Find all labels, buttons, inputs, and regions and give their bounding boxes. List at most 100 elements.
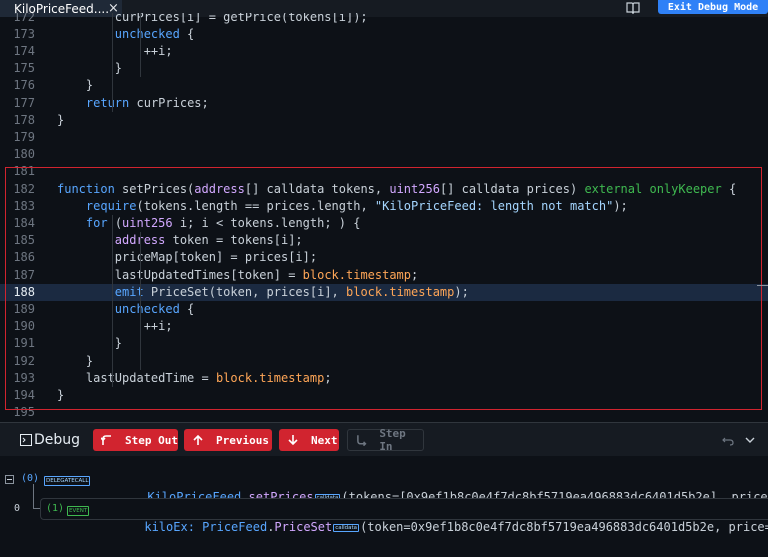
previous-button[interactable]: Previous xyxy=(184,429,272,451)
indent-guide xyxy=(112,13,113,112)
line-number[interactable]: 195 xyxy=(0,404,35,421)
code-line[interactable]: 195 xyxy=(0,404,768,421)
trace-args: (token=0x9ef1b8c0e4f7dc8bf5719ea496883dc… xyxy=(360,520,768,534)
next-button[interactable]: Next xyxy=(279,429,339,451)
line-number[interactable]: 191 xyxy=(0,335,35,352)
debug-title-label: Debug xyxy=(34,432,81,448)
code-line[interactable]: 176 } xyxy=(0,77,768,94)
code-text: } xyxy=(57,78,94,93)
code-text: ++i; xyxy=(57,43,173,58)
line-number[interactable]: 173 xyxy=(0,26,35,43)
line-number[interactable]: 185 xyxy=(0,232,35,249)
collapse-icon[interactable] xyxy=(5,475,14,484)
calldata-badge[interactable]: calldata xyxy=(333,524,360,532)
line-number[interactable]: 172 xyxy=(0,13,35,26)
indent-guide xyxy=(112,214,113,387)
line-number[interactable]: 183 xyxy=(0,198,35,215)
line-number[interactable]: 181 xyxy=(0,163,35,180)
code-text: curPrices[i] = getPrice(tokens[i]); xyxy=(57,13,368,24)
line-number[interactable]: 175 xyxy=(0,60,35,77)
code-text: for (uint256 i; i < tokens.length; ) { xyxy=(85,215,361,230)
trace-index: 0 xyxy=(14,503,21,514)
trace-row[interactable]: (0) DELEGATECALL KiloPriceFeed.setPrices… xyxy=(0,470,768,504)
step-in-button[interactable]: Step In xyxy=(347,427,424,453)
code-line[interactable]: 181 xyxy=(0,163,768,180)
scroll-marker xyxy=(757,285,768,286)
line-number[interactable]: 180 xyxy=(0,146,35,163)
code-line[interactable]: 178} xyxy=(0,112,768,129)
code-text: } xyxy=(57,353,94,368)
code-line[interactable]: 186 priceMap[token] = prices[i]; xyxy=(0,249,768,266)
tree-connector xyxy=(33,484,34,508)
undo-icon[interactable] xyxy=(722,436,734,446)
code-line[interactable]: 193 lastUpdatedTime = block.timestamp; xyxy=(0,370,768,387)
code-line[interactable]: 185 address token = tokens[i]; xyxy=(0,232,768,249)
tree-connector xyxy=(33,508,40,509)
code-line[interactable]: 175 } xyxy=(0,60,768,77)
line-number[interactable]: 184 xyxy=(0,215,35,232)
code-text: return curPrices; xyxy=(85,95,209,110)
previous-label: Previous xyxy=(216,433,269,447)
code-text: unchecked { xyxy=(114,26,195,41)
line-number[interactable]: 178 xyxy=(0,112,35,129)
call-type-badge: DELEGATECALL xyxy=(44,476,91,486)
arrow-down-icon xyxy=(288,435,298,446)
code-line[interactable]: 173 unchecked { xyxy=(0,26,768,43)
code-line-current[interactable]: 188 emit PriceSet(token, prices[i], bloc… xyxy=(0,283,768,301)
code-line[interactable]: 184 for (uint256 i; i < tokens.length; )… xyxy=(0,215,768,232)
indent-guide xyxy=(140,318,141,353)
line-number[interactable]: 190 xyxy=(0,318,35,335)
line-number[interactable]: 177 xyxy=(0,95,35,112)
code-text: } xyxy=(57,112,65,127)
terminal-icon xyxy=(20,434,32,446)
step-out-icon xyxy=(101,435,111,445)
code-line[interactable]: 183 require(tokens.length == prices.leng… xyxy=(0,198,768,215)
code-line[interactable]: 189 unchecked { xyxy=(0,301,768,318)
code-line[interactable]: 192 } xyxy=(0,353,768,370)
line-number[interactable]: 186 xyxy=(0,249,35,266)
line-number[interactable]: 192 xyxy=(0,353,35,370)
line-number[interactable]: 194 xyxy=(0,387,35,404)
code-line[interactable]: 194} xyxy=(0,387,768,404)
line-number[interactable]: 182 xyxy=(0,181,35,198)
line-number[interactable]: 188 xyxy=(0,284,35,301)
code-text: } xyxy=(57,387,65,402)
code-editor[interactable]: 172 curPrices[i] = getPrice(tokens[i]); 1… xyxy=(0,13,768,422)
code-line[interactable]: 172 curPrices[i] = getPrice(tokens[i]); xyxy=(0,13,768,26)
line-number[interactable]: 193 xyxy=(0,370,35,387)
code-line[interactable]: 191 } xyxy=(0,335,768,352)
debug-toolbar: Debug Step Out Previous Next Step In xyxy=(0,422,768,457)
code-line[interactable]: 174 ++i; xyxy=(0,43,768,60)
call-type-badge: EVENT xyxy=(67,506,90,516)
call-depth: (0) xyxy=(21,473,40,484)
code-text: emit PriceSet(token, prices[i], block.ti… xyxy=(114,284,469,299)
debug-panel-title: Debug xyxy=(20,432,80,448)
step-out-label: Step Out xyxy=(125,433,178,447)
code-line[interactable]: 190 ++i; xyxy=(0,318,768,335)
code-text: ++i; xyxy=(57,319,173,334)
trace-method[interactable]: PriceSet xyxy=(274,520,332,534)
code-line[interactable]: 180 xyxy=(0,146,768,163)
code-text: unchecked { xyxy=(114,301,195,316)
code-text: require(tokens.length == prices.length, … xyxy=(85,198,628,213)
step-in-icon xyxy=(357,435,367,446)
code-line[interactable]: 182 function setPrices(address[] calldata… xyxy=(0,181,768,198)
code-text: address token = tokens[i]; xyxy=(115,233,303,248)
chevron-down-icon[interactable] xyxy=(745,436,755,444)
code-line[interactable]: 187 lastUpdatedTimes[token] = block.time… xyxy=(0,267,768,284)
code-text: function setPrices(address[] calldata to… xyxy=(57,181,737,196)
exit-debug-mode-button[interactable]: Exit Debug Mode xyxy=(658,0,768,14)
call-trace-panel: (0) DELEGATECALL KiloPriceFeed.setPrices… xyxy=(0,456,768,557)
line-number[interactable]: 176 xyxy=(0,77,35,94)
code-line[interactable]: 177 return curPrices; xyxy=(0,95,768,112)
line-number[interactable]: 174 xyxy=(0,43,35,60)
trace-contract[interactable]: kiloEx: PriceFeed xyxy=(144,520,267,534)
step-out-button[interactable]: Step Out xyxy=(93,429,178,451)
trace-row-selected[interactable]: (1) EVENT kiloEx: PriceFeed.PriceSet call… xyxy=(40,498,768,534)
code-text: lastUpdatedTime = block.timestamp; xyxy=(57,370,332,385)
indent-guide xyxy=(140,13,141,78)
line-number[interactable]: 187 xyxy=(0,267,35,284)
line-number[interactable]: 179 xyxy=(0,129,35,146)
line-number[interactable]: 189 xyxy=(0,301,35,318)
code-line[interactable]: 179 xyxy=(0,129,768,146)
